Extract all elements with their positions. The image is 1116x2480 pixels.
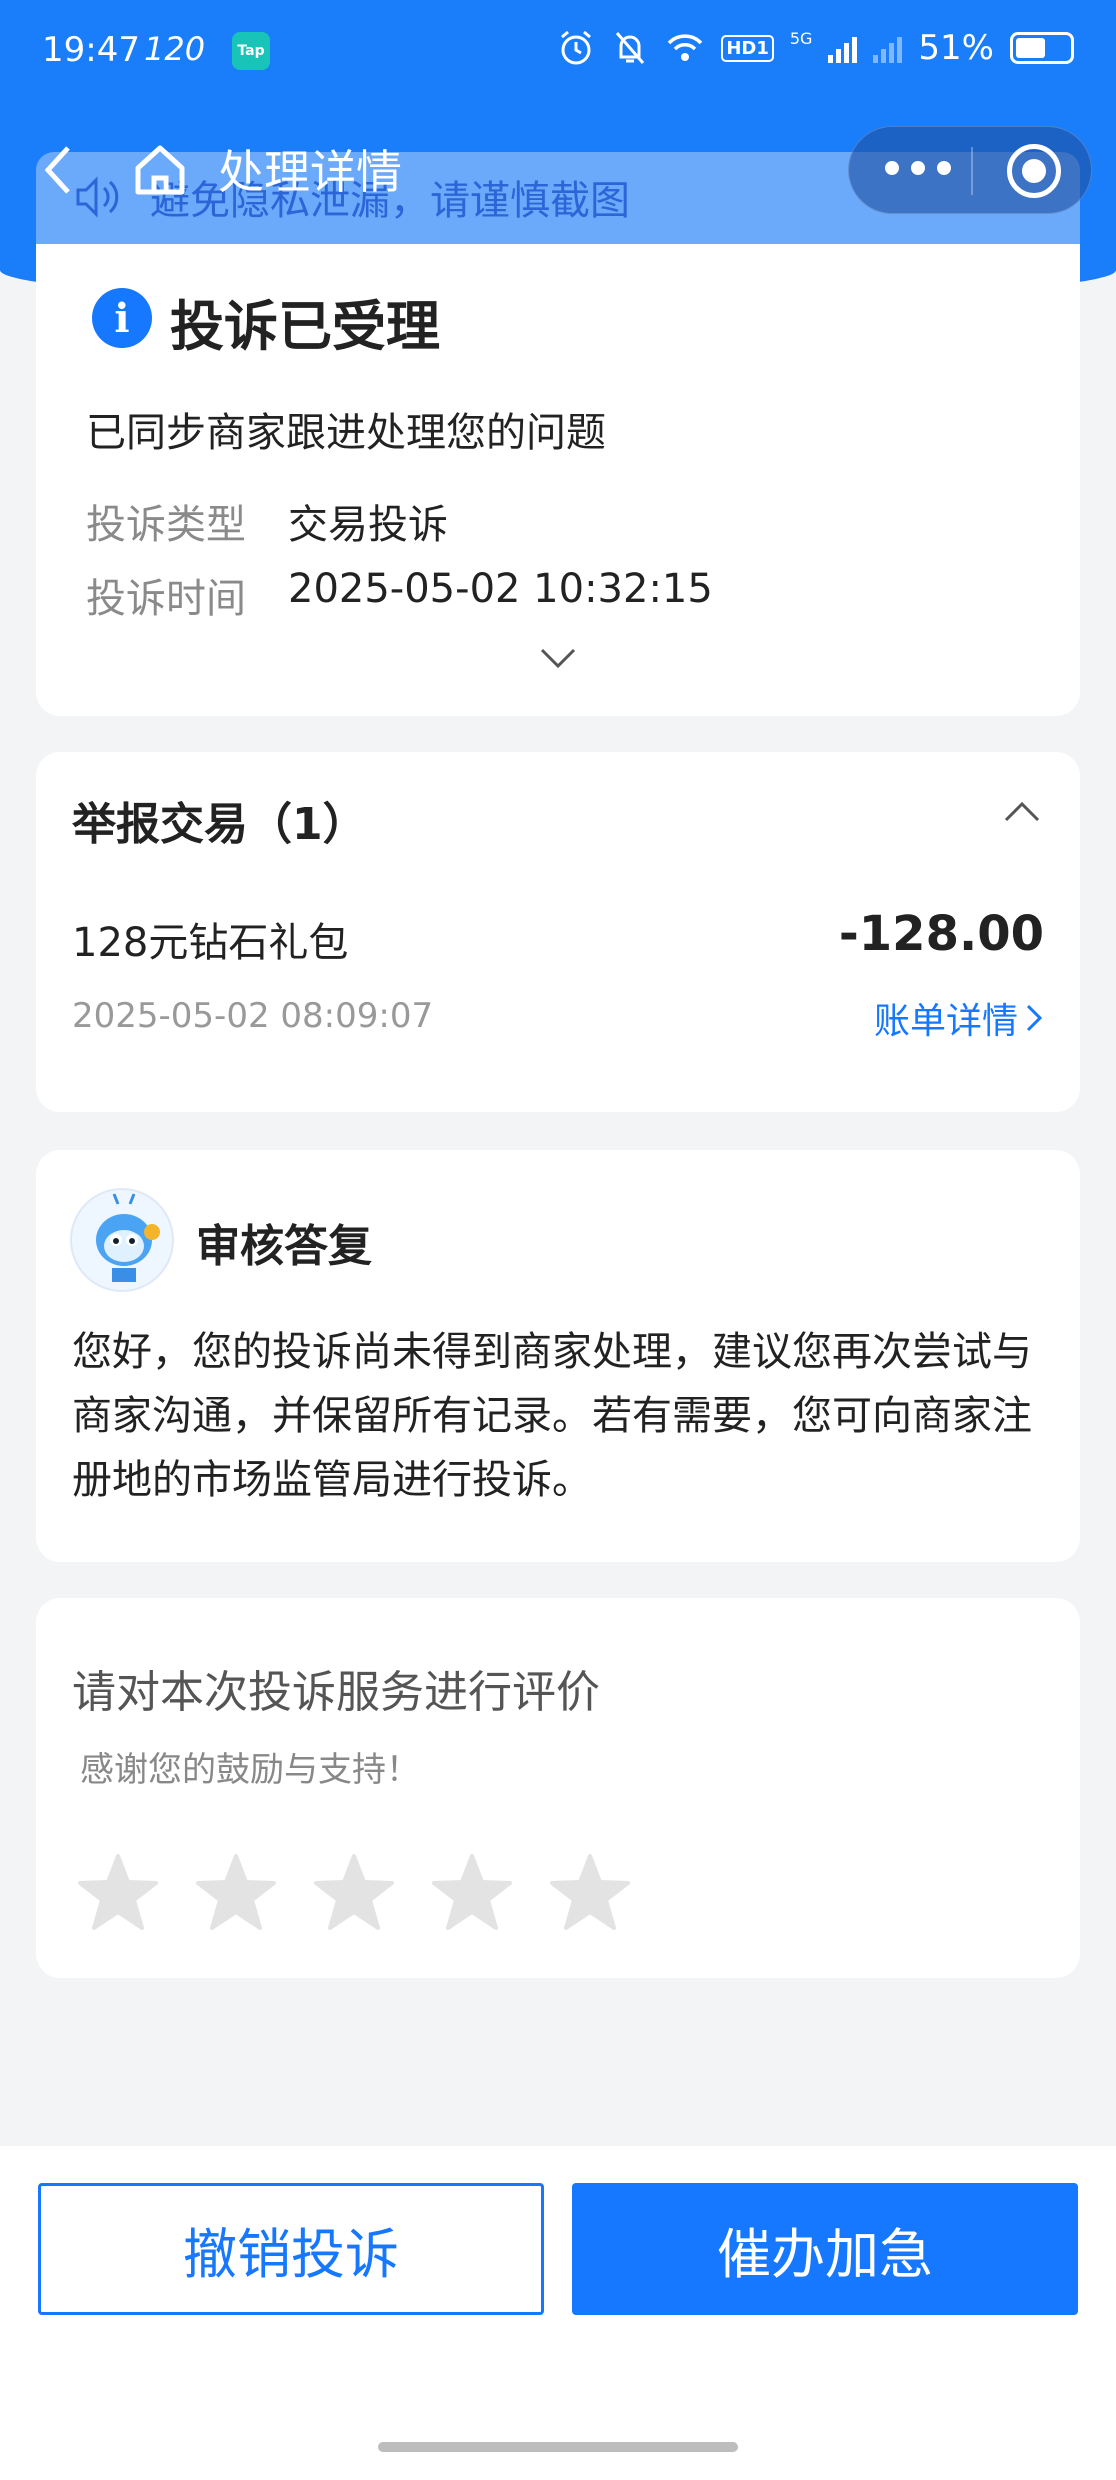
info-icon: i (92, 288, 152, 348)
refresh-rate: 120 (144, 30, 206, 68)
complaint-status-card: i 投诉已受理 已同步商家跟进处理您的问题 投诉类型 交易投诉 投诉时间 202… (36, 244, 1080, 716)
review-reply-title: 审核答复 (196, 1221, 372, 1272)
battery-percent: 51% (918, 28, 994, 68)
review-reply-content: 您好，您的投诉尚未得到商家处理，建议您再次尝试与商家沟通，并保留所有记录。若有需… (72, 1329, 1032, 1503)
bill-detail-label: 账单详情 (873, 1001, 1018, 1042)
star-icon-4[interactable] (430, 1850, 514, 1934)
alarm-icon (561, 30, 592, 65)
home-icon[interactable] (130, 140, 190, 200)
star-icon-3[interactable] (312, 1850, 396, 1934)
cancel-complaint-button[interactable]: 撤销投诉 (38, 2183, 544, 2315)
rating-subtitle: 感谢您的鼓励与支持！ (80, 1750, 420, 1790)
rating-stars (76, 1850, 632, 1934)
more-icon[interactable] (885, 161, 951, 175)
wifi-icon (668, 34, 703, 61)
transaction-card: 举报交易（1） 128元钻石礼包 -128.00 2025-05-02 08:0… (36, 752, 1080, 1112)
complaint-time-label: 投诉时间 (86, 576, 246, 622)
status-time: 19:47 (42, 30, 140, 70)
chevron-down-icon[interactable] (536, 644, 580, 674)
hd-badge: HD1 (721, 34, 774, 62)
rating-card: 请对本次投诉服务进行评价 感谢您的鼓励与支持！ (36, 1598, 1080, 1978)
back-arrow-icon[interactable] (36, 140, 86, 200)
battery-icon (1010, 32, 1074, 64)
status-bar: 19:47 120 Tap HD1 5G 51% (0, 0, 1116, 100)
complaint-status-title: 投诉已受理 (170, 295, 440, 358)
complaint-time-value: 2025-05-02 10:32:15 (288, 566, 713, 612)
signal-icon (828, 33, 858, 63)
close-target-icon[interactable] (1007, 144, 1061, 198)
transaction-section-title: 举报交易（1） (72, 799, 367, 850)
transaction-time: 2025-05-02 08:09:07 (72, 996, 434, 1036)
tap-app-icon: Tap (232, 32, 270, 70)
assistant-avatar (70, 1188, 174, 1292)
transaction-amount: -128.00 (838, 906, 1044, 962)
page-title: 处理详情 (218, 145, 402, 199)
nav-bar: 处理详情 (0, 120, 1116, 220)
transaction-item-name: 128元钻石礼包 (72, 920, 349, 966)
bill-detail-link[interactable]: 账单详情 (874, 992, 1044, 1044)
home-indicator[interactable] (378, 2442, 738, 2452)
mini-program-capsule (848, 126, 1092, 214)
star-icon-5[interactable] (548, 1850, 632, 1934)
review-reply-card: 审核答复 您好，您的投诉尚未得到商家处理，建议您再次尝试与商家沟通，并保留所有记… (36, 1150, 1080, 1562)
chevron-right-icon (1026, 1004, 1043, 1032)
network-label: 5G (789, 28, 813, 48)
mute-bell-icon (616, 32, 645, 64)
star-icon-2[interactable] (194, 1850, 278, 1934)
signal-secondary-icon (873, 33, 903, 63)
chevron-up-icon[interactable] (1002, 792, 1042, 832)
star-icon-1[interactable] (76, 1850, 160, 1934)
complaint-type-value: 交易投诉 (288, 502, 448, 548)
complaint-status-description: 已同步商家跟进处理您的问题 (86, 410, 606, 456)
urge-button[interactable]: 催办加急 (572, 2183, 1078, 2315)
complaint-type-label: 投诉类型 (86, 502, 246, 548)
bottom-action-bar: 撤销投诉 催办加急 (0, 2146, 1116, 2480)
rating-title: 请对本次投诉服务进行评价 (72, 1667, 600, 1718)
